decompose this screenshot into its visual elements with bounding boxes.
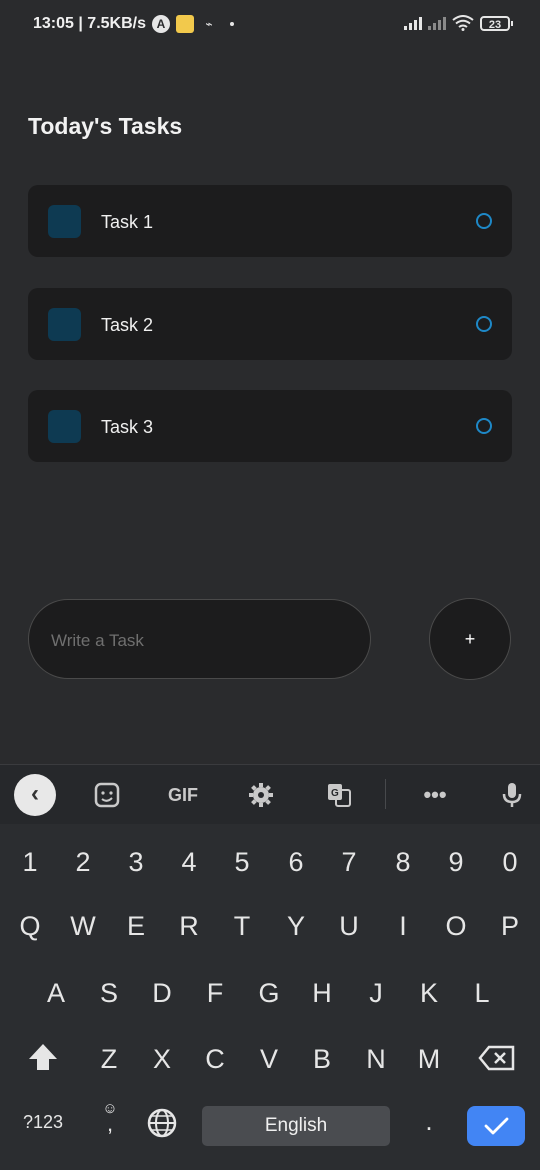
page-title: Today's Tasks: [28, 113, 183, 139]
space-bar[interactable]: English: [202, 1106, 390, 1146]
key-8[interactable]: 8: [380, 837, 426, 887]
key-5[interactable]: 5: [219, 837, 265, 887]
key-m[interactable]: M: [406, 1034, 452, 1084]
backspace-icon[interactable]: [474, 1044, 520, 1080]
key-k[interactable]: K: [406, 968, 452, 1018]
key-r[interactable]: R: [166, 901, 212, 951]
key-4[interactable]: 4: [166, 837, 212, 887]
period-key[interactable]: .: [415, 1106, 443, 1137]
key-h[interactable]: H: [299, 968, 345, 1018]
notification-app-icon: [175, 15, 194, 33]
globe-icon[interactable]: [145, 1107, 179, 1141]
emoji-comma-key[interactable]: ☺ ,: [96, 1100, 124, 1144]
key-i[interactable]: I: [380, 901, 426, 951]
letter-row-1: Q W E R T Y U I O P: [0, 901, 540, 951]
task-label: Task 2: [101, 315, 154, 335]
comma-label: ,: [106, 1111, 114, 1136]
key-c[interactable]: C: [192, 1034, 238, 1084]
signal-strength-icon: [404, 16, 422, 30]
task-input[interactable]: [49, 626, 353, 656]
key-7[interactable]: 7: [326, 837, 372, 887]
task-item[interactable]: Task 3: [28, 390, 512, 462]
status-bar-right: 23: [404, 15, 513, 31]
wifi-icon: [452, 15, 474, 31]
status-bar: 13:05 | 7.5KB/s A ⌁ 23: [0, 0, 540, 50]
add-task-button[interactable]: +: [429, 598, 511, 680]
key-w[interactable]: W: [60, 901, 106, 951]
key-3[interactable]: 3: [113, 837, 159, 887]
key-9[interactable]: 9: [433, 837, 479, 887]
key-n[interactable]: N: [353, 1034, 399, 1084]
keyboard-keys: 1 2 3 4 5 6 7 8 9 0 Q W E R T Y U I O P …: [0, 824, 540, 1170]
key-t[interactable]: T: [219, 901, 265, 951]
number-row: 1 2 3 4 5 6 7 8 9 0: [0, 837, 540, 887]
status-bar-left: 13:05 | 7.5KB/s A ⌁: [33, 15, 234, 33]
key-1[interactable]: 1: [7, 837, 53, 887]
key-j[interactable]: J: [353, 968, 399, 1018]
task-label: Task 1: [101, 212, 154, 232]
navigation-app-icon: A: [151, 15, 170, 33]
key-y[interactable]: Y: [273, 901, 319, 951]
key-d[interactable]: D: [139, 968, 185, 1018]
more-icon[interactable]: •••: [418, 778, 452, 812]
signal-strength-2-icon: [428, 16, 446, 30]
microphone-icon[interactable]: [495, 778, 529, 812]
key-q[interactable]: Q: [7, 901, 53, 951]
status-time-speed: 13:05 | 7.5KB/s: [33, 15, 146, 32]
key-2[interactable]: 2: [60, 837, 106, 887]
task-square-icon: [48, 205, 81, 238]
key-s[interactable]: S: [86, 968, 132, 1018]
battery-icon: 23: [480, 15, 513, 31]
on-screen-keyboard: ‹ GIF G ••• 1 2 3 4 5 6 7 8 9 0 Q W E R …: [0, 764, 540, 1170]
key-z[interactable]: Z: [86, 1034, 132, 1084]
key-g[interactable]: G: [246, 968, 292, 1018]
task-item[interactable]: Task 2: [28, 288, 512, 360]
keyboard-toolbar: ‹ GIF G •••: [0, 764, 540, 825]
key-6[interactable]: 6: [273, 837, 319, 887]
key-x[interactable]: X: [139, 1034, 185, 1084]
task-circle-icon[interactable]: [476, 316, 492, 332]
shift-icon[interactable]: [20, 1042, 66, 1078]
svg-text:G: G: [331, 788, 339, 799]
letter-row-3: Z X C V B N M: [0, 1034, 540, 1084]
link-app-icon: ⌁: [205, 17, 213, 31]
key-a[interactable]: A: [33, 968, 79, 1018]
enter-key[interactable]: [467, 1106, 525, 1146]
key-u[interactable]: U: [326, 901, 372, 951]
checkmark-icon: [484, 1117, 509, 1135]
task-circle-icon[interactable]: [476, 418, 492, 434]
symbols-key[interactable]: ?123: [14, 1112, 72, 1133]
key-o[interactable]: O: [433, 901, 479, 951]
sticker-icon[interactable]: [90, 778, 124, 812]
translate-icon[interactable]: G: [322, 778, 356, 812]
key-e[interactable]: E: [113, 901, 159, 951]
key-b[interactable]: B: [299, 1034, 345, 1084]
key-f[interactable]: F: [192, 968, 238, 1018]
more-notifications-dot-icon: [229, 22, 234, 26]
task-input-wrapper[interactable]: [28, 599, 371, 679]
task-label: Task 3: [101, 417, 154, 437]
key-p[interactable]: P: [487, 901, 533, 951]
key-0[interactable]: 0: [487, 837, 533, 887]
letter-row-2: A S D F G H J K L: [0, 968, 540, 1018]
task-circle-icon[interactable]: [476, 213, 492, 229]
task-square-icon: [48, 410, 81, 443]
toolbar-divider: [385, 779, 386, 809]
key-l[interactable]: L: [459, 968, 505, 1018]
chevron-left-icon[interactable]: ‹: [14, 774, 56, 816]
task-item[interactable]: Task 1: [28, 185, 512, 257]
task-square-icon: [48, 308, 81, 341]
key-v[interactable]: V: [246, 1034, 292, 1084]
gear-icon[interactable]: [244, 778, 278, 812]
gif-button[interactable]: GIF: [160, 778, 206, 812]
